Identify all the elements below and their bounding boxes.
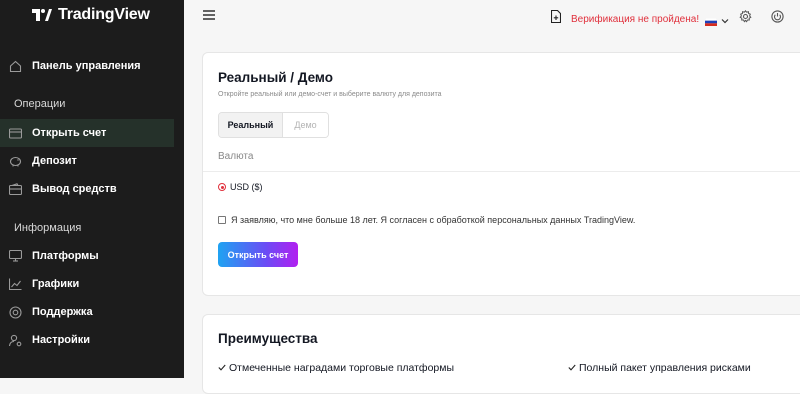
wallet-icon xyxy=(8,182,22,196)
chevron-down-icon[interactable] xyxy=(721,12,729,30)
card-title: Реальный / Демо xyxy=(218,70,333,85)
russian-flag-icon[interactable] xyxy=(704,13,718,26)
sidebar-item-settings[interactable]: Настройки xyxy=(0,326,174,354)
sidebar-item-support[interactable]: Поддержка xyxy=(0,298,174,326)
check-icon xyxy=(218,362,226,374)
verification-text: Верификация не пройдена! xyxy=(571,13,700,25)
tradingview-logo-icon xyxy=(32,8,52,22)
sidebar-item-label: Вывод средств xyxy=(32,183,117,195)
piggy-bank-icon xyxy=(8,154,22,168)
monitor-icon xyxy=(8,249,22,263)
section-information: Информация xyxy=(14,222,82,234)
sidebar-item-open-account[interactable]: Открыть счет xyxy=(0,119,174,147)
advantage-item: Отмеченные наградами торговые платформы xyxy=(218,362,454,374)
sidebar-item-label: Настройки xyxy=(32,334,91,346)
currency-option-usd[interactable]: USD ($) xyxy=(218,182,263,192)
sidebar-item-label: Депозит xyxy=(32,155,77,167)
sidebar-item-label: Платформы xyxy=(32,250,99,262)
power-icon[interactable] xyxy=(771,10,784,28)
sidebar-item-withdraw[interactable]: Вывод средств xyxy=(0,175,174,203)
advantage-label: Полный пакет управления рисками xyxy=(579,362,751,374)
home-icon xyxy=(8,59,22,73)
sidebar-item-label: Поддержка xyxy=(32,306,93,318)
card-icon xyxy=(8,126,22,140)
segment-demo[interactable]: Демо xyxy=(283,113,328,137)
section-operations: Операции xyxy=(14,98,66,110)
open-account-button[interactable]: Открыть счет xyxy=(218,242,298,267)
segment-real[interactable]: Реальный xyxy=(219,113,283,137)
check-icon xyxy=(568,362,576,374)
verification-status[interactable]: Верификация не пройдена! xyxy=(550,9,700,28)
consent-row[interactable]: Я заявляю, что мне больше 18 лет. Я согл… xyxy=(218,215,635,225)
chart-icon xyxy=(8,277,22,291)
card-subtitle: Откройте реальный или демо-счет и выбери… xyxy=(218,91,442,98)
divider xyxy=(203,171,800,172)
document-add-icon xyxy=(550,9,562,28)
sidebar-item-label: Графики xyxy=(32,278,80,290)
sidebar-item-label: Панель управления xyxy=(32,60,141,72)
sidebar-item-charts[interactable]: Графики xyxy=(0,270,174,298)
account-type-toggle: Реальный Демо xyxy=(218,112,329,138)
advantage-label: Отмеченные наградами торговые платформы xyxy=(229,362,455,374)
sidebar-item-dashboard[interactable]: Панель управления xyxy=(0,52,174,80)
sidebar-item-label: Открыть счет xyxy=(32,127,107,139)
advantages-card: Преимущества Отмеченные наградами торгов… xyxy=(202,314,800,394)
consent-text: Я заявляю, что мне больше 18 лет. Я согл… xyxy=(231,215,636,225)
menu-icon[interactable] xyxy=(203,7,215,25)
sidebar-item-deposit[interactable]: Депозит xyxy=(0,147,174,175)
advantages-title: Преимущества xyxy=(218,331,318,346)
gear-icon[interactable] xyxy=(739,9,752,28)
consent-checkbox[interactable] xyxy=(218,216,226,224)
logo[interactable]: TradingView xyxy=(32,6,150,24)
radio-button[interactable] xyxy=(218,183,226,191)
sidebar-item-platforms[interactable]: Платформы xyxy=(0,242,174,270)
sidebar: TradingView Панель управления Операции О… xyxy=(0,0,184,378)
user-settings-icon xyxy=(8,333,22,347)
lifebuoy-icon xyxy=(8,305,22,319)
currency-option-label: USD ($) xyxy=(230,182,263,192)
advantage-item: Полный пакет управления рисками xyxy=(568,362,751,374)
logo-text: TradingView xyxy=(58,6,150,23)
currency-label: Валюта xyxy=(218,151,254,162)
account-type-card: Реальный / Демо Откройте реальный или де… xyxy=(202,52,800,296)
